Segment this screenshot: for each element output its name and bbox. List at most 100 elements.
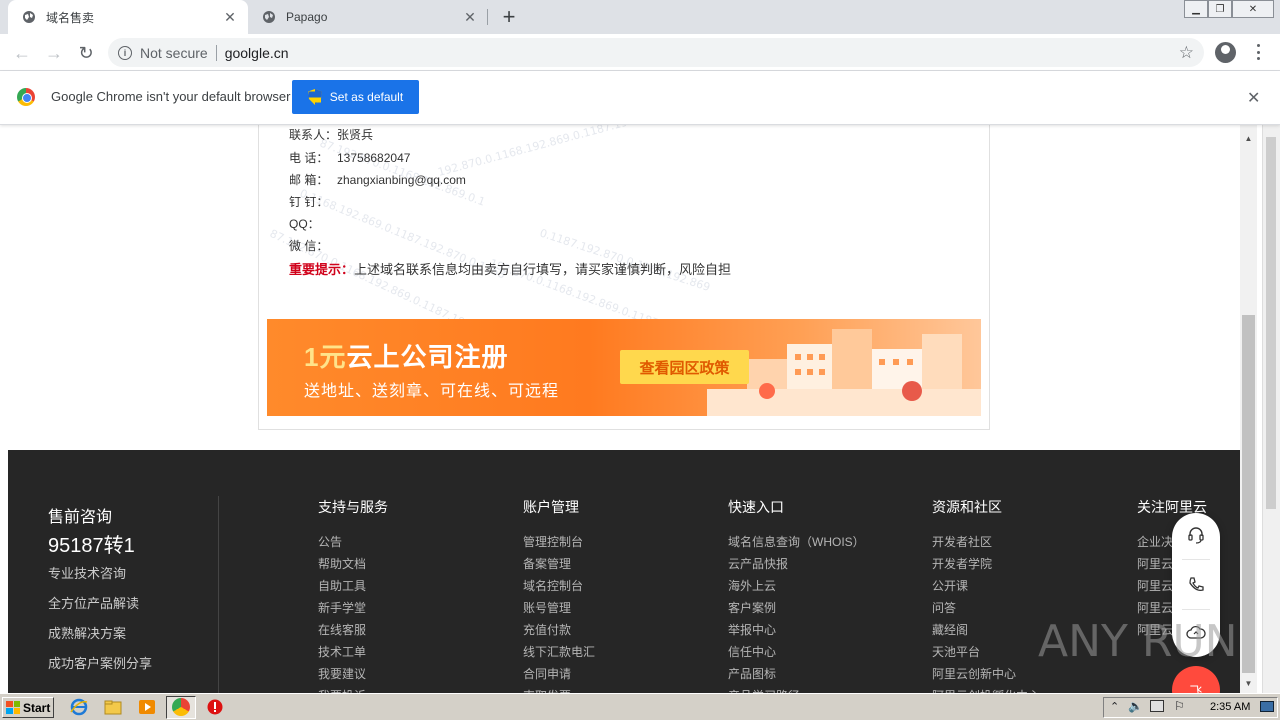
globe-icon <box>263 11 275 23</box>
footer-link[interactable]: 阿里云创投孵化中心 <box>932 685 1040 693</box>
hotline-title: 售前咨询 <box>48 509 113 526</box>
scroll-up-arrow-icon[interactable]: ▲ <box>1240 131 1257 145</box>
footer-link[interactable]: 合同申请 <box>523 663 595 685</box>
footer-link[interactable]: 在线客服 <box>318 619 388 641</box>
window-close-button[interactable]: ✕ <box>1232 0 1274 18</box>
footer-divider <box>218 496 219 693</box>
folder-icon[interactable] <box>104 698 122 716</box>
domain-contact-card: 87.192.870.0.1168.192.869.0.1 0.1168.192… <box>258 125 990 430</box>
promo-banner[interactable]: 1元云上公司注册 送地址、送刻章、可在线、可远程 查看园区政策 <box>267 319 981 416</box>
footer-link[interactable]: 我要建议 <box>318 663 388 685</box>
footer-link[interactable]: 线下汇款电汇 <box>523 641 595 663</box>
footer-link[interactable]: 管理控制台 <box>523 531 595 553</box>
footer-link[interactable]: 阿里云创新中心 <box>932 663 1040 685</box>
notice-text: 上述域名联系信息均由卖方自行填写，请买家谨慎判断，风险自担 <box>354 262 732 277</box>
media-player-icon[interactable] <box>138 698 156 716</box>
footer-column-title: 账户管理 <box>523 499 579 515</box>
footer-left-item[interactable]: 全方位产品解读 <box>48 593 139 612</box>
footer-link[interactable]: 账号管理 <box>523 597 595 619</box>
headset-icon[interactable] <box>1186 525 1206 545</box>
footer-link[interactable]: 开发者学院 <box>932 553 1040 575</box>
footer-link[interactable]: 客户案例 <box>728 597 865 619</box>
infobar-message: Google Chrome isn't your default browser <box>51 89 291 104</box>
restore-button[interactable]: ❐ <box>1208 0 1232 18</box>
footer-link[interactable]: 公开课 <box>932 575 1040 597</box>
start-button[interactable]: Start <box>2 697 54 718</box>
tab-title: 域名售卖 <box>46 10 95 25</box>
footer-link[interactable]: 索取发票 <box>523 685 595 693</box>
scroll-thumb[interactable] <box>1242 315 1255 673</box>
footer-link[interactable]: 藏经阁 <box>932 619 1040 641</box>
footer-link[interactable]: 新手学堂 <box>318 597 388 619</box>
set-default-label: Set as default <box>329 90 404 104</box>
footer-link[interactable]: 海外上云 <box>728 575 865 597</box>
footer-link[interactable]: 问答 <box>932 597 1040 619</box>
info-icon[interactable]: i <box>118 45 132 60</box>
new-tab-button[interactable]: + <box>497 4 521 29</box>
window-scroll-thumb[interactable] <box>1266 137 1276 509</box>
scroll-down-arrow-icon[interactable]: ▼ <box>1240 676 1257 690</box>
tab-close-icon[interactable]: ✕ <box>220 7 240 27</box>
tray-expand-icon[interactable]: ⌃ <box>1110 700 1119 713</box>
footer-link[interactable]: 信任中心 <box>728 641 865 663</box>
hotline-number[interactable]: 95187转1 <box>48 529 135 558</box>
footer-link[interactable]: 技术工单 <box>318 641 388 663</box>
url-text[interactable]: goolgle.cn <box>225 45 289 61</box>
set-default-button[interactable]: Set as default <box>292 80 419 114</box>
tab-close-icon[interactable]: ✕ <box>460 7 480 27</box>
footer-column-title: 关注阿里云 <box>1137 499 1207 515</box>
contact-row: 联系人：张贤兵 <box>289 128 374 142</box>
footer-link[interactable]: 帮助文档 <box>318 553 388 575</box>
forward-arrow-icon[interactable]: → <box>41 40 67 66</box>
clock[interactable]: 2:35 AM <box>1210 701 1250 713</box>
network-icon[interactable] <box>1150 700 1164 712</box>
footer-link[interactable]: 举报中心 <box>728 619 865 641</box>
infobar-close-icon[interactable]: ✕ <box>1247 88 1260 108</box>
footer-link[interactable]: 域名信息查询（WHOIS） <box>728 531 865 553</box>
ie-icon[interactable] <box>70 698 88 716</box>
svg-text:ANY RUN: ANY RUN <box>1038 616 1238 667</box>
tab-active[interactable]: 域名售卖 ✕ <box>8 0 248 34</box>
footer-column-account: 账户管理 管理控制台 备案管理 域名控制台 账号管理 充值付款 线下汇款电汇 合… <box>523 497 595 693</box>
footer-column-support: 支持与服务 公告 帮助文档 自助工具 新手学堂 在线客服 技术工单 我要建议 我… <box>318 497 388 693</box>
address-bar[interactable]: i Not secure goolgle.cn ☆ <box>108 38 1204 67</box>
footer-left-item[interactable]: 成功客户案例分享 <box>48 653 152 672</box>
footer-link[interactable]: 云产品快报 <box>728 553 865 575</box>
default-browser-infobar: Google Chrome isn't your default browser… <box>0 71 1280 125</box>
footer-link[interactable]: 我要投诉 <box>318 685 388 693</box>
bookmark-star-icon[interactable]: ☆ <box>1179 43 1194 63</box>
phone-icon[interactable] <box>1186 575 1206 595</box>
speaker-icon[interactable]: 🔈 <box>1128 699 1143 713</box>
footer-link[interactable]: 开发者社区 <box>932 531 1040 553</box>
page-viewport: 87.192.870.0.1168.192.869.0.1 0.1168.192… <box>0 125 1280 693</box>
chrome-taskbar-icon[interactable] <box>172 698 190 716</box>
reload-icon[interactable]: ↻ <box>73 40 99 66</box>
back-arrow-icon[interactable]: ← <box>9 40 35 66</box>
contact-row: 微 信： <box>289 239 329 253</box>
footer-link[interactable]: 产品图标 <box>728 663 865 685</box>
show-desktop-icon[interactable] <box>1260 701 1274 712</box>
footer-link[interactable]: 域名控制台 <box>523 575 595 597</box>
system-tray: ⌃ 🔈 ⚐ 2:35 AM <box>1103 697 1278 718</box>
footer-link[interactable]: 天池平台 <box>932 641 1040 663</box>
start-label: Start <box>23 700 51 715</box>
kebab-menu-icon[interactable] <box>1250 42 1266 62</box>
profile-avatar-icon[interactable] <box>1215 42 1236 63</box>
footer-left-item[interactable]: 成熟解决方案 <box>48 623 126 642</box>
footer-link[interactable]: 产品学习路径 <box>728 685 865 693</box>
footer-left-item[interactable]: 专业技术咨询 <box>48 563 126 582</box>
footer-link[interactable]: 充值付款 <box>523 619 595 641</box>
flag-icon[interactable]: ⚐ <box>1174 699 1185 713</box>
footer-link[interactable]: 公告 <box>318 531 388 553</box>
footer-link[interactable]: 备案管理 <box>523 553 595 575</box>
banner-cta-button[interactable]: 查看园区政策 <box>620 350 749 384</box>
stop-icon[interactable] <box>206 698 224 716</box>
notice-label: 重要提示： <box>289 262 355 277</box>
chrome-logo-icon <box>17 88 35 106</box>
security-label[interactable]: Not secure <box>140 45 208 61</box>
footer-column-community: 资源和社区 开发者社区 开发者学院 公开课 问答 藏经阁 天池平台 阿里云创新中… <box>932 497 1040 693</box>
footer-link[interactable]: 自助工具 <box>318 575 388 597</box>
divider <box>215 44 217 61</box>
tab-papago[interactable]: Papago ✕ <box>248 0 488 34</box>
minimize-button[interactable]: ▁ <box>1184 0 1208 18</box>
